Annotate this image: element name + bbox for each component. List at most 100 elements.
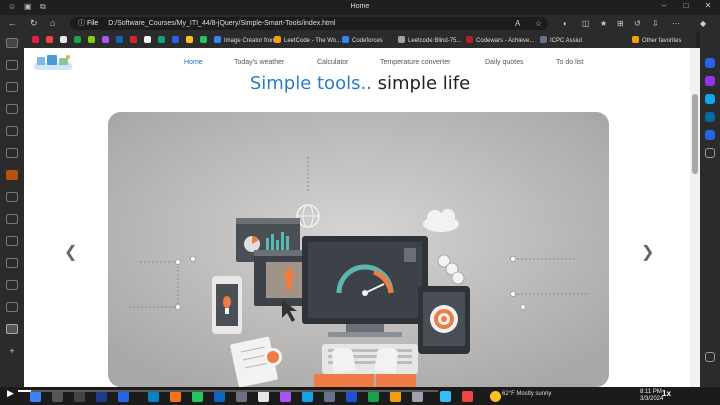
tab-icon[interactable] (6, 192, 18, 202)
excel-icon[interactable] (368, 391, 379, 402)
minimize-button[interactable]: – (652, 1, 676, 10)
nav-home[interactable]: Home (184, 59, 203, 66)
tab-icon[interactable] (6, 60, 18, 70)
github-fav-icon[interactable] (60, 36, 70, 44)
tab-icon[interactable] (6, 170, 18, 180)
firefox-icon[interactable] (170, 391, 181, 402)
other-favorites[interactable]: Other favorites (632, 36, 681, 44)
split-screen-icon[interactable]: ◫ (582, 19, 590, 28)
search-icon[interactable] (705, 58, 715, 68)
chevron-right-icon[interactable]: ❯ (641, 242, 654, 262)
new-tab-icon[interactable]: + (6, 346, 18, 356)
collections-icon[interactable]: ⊞ (617, 19, 624, 28)
nav-temperature-converter[interactable]: Temperature converter (380, 59, 450, 66)
active-tab-icon[interactable] (6, 324, 18, 334)
tab-icon[interactable] (6, 280, 18, 290)
video-progress-bar[interactable] (18, 390, 438, 392)
tools-icon[interactable] (705, 94, 715, 104)
scrollbar-thumb[interactable] (692, 94, 698, 174)
site-logo[interactable] (32, 53, 74, 73)
downloads-icon[interactable]: ⇩ (652, 19, 659, 28)
favorite-1[interactable]: LeetCode - The Wo... (274, 36, 341, 44)
chevron-left-icon[interactable]: ❮ (64, 242, 77, 262)
page-scrollbar[interactable] (690, 48, 700, 387)
media-icon[interactable] (462, 391, 473, 402)
maximize-button[interactable]: □ (674, 1, 698, 10)
drive-fav-icon[interactable] (186, 36, 196, 44)
linkedin-fav-icon[interactable] (116, 36, 126, 44)
windows-start-icon[interactable] (30, 391, 41, 402)
system-clock[interactable]: 8:11 PM 3/3/2024 (640, 389, 663, 403)
favorite-4[interactable]: Codewars - Achieve... (466, 36, 534, 44)
extension-icon[interactable]: ◐ (563, 19, 568, 28)
nav-daily-quotes[interactable]: Daily quotes (485, 59, 524, 66)
shopping-icon[interactable] (705, 76, 715, 86)
github2-fav-icon[interactable] (144, 36, 154, 44)
outlook-icon[interactable] (705, 112, 715, 122)
close-window-button[interactable]: ✕ (696, 1, 720, 10)
youtube2-fav-icon[interactable] (130, 36, 140, 44)
favorite-star-icon[interactable]: ☆ (535, 19, 542, 28)
tab-icon[interactable] (6, 82, 18, 92)
address-bar[interactable]: ⓘ File D:/Software_Courses/My_ITI_44/8-j… (70, 17, 548, 30)
tab-icon[interactable] (6, 38, 18, 48)
drop-icon[interactable] (705, 130, 715, 140)
tab-icon[interactable] (6, 236, 18, 246)
search-taskbar-icon[interactable] (52, 391, 63, 402)
tab-icon[interactable] (6, 302, 18, 312)
folder-icon[interactable] (390, 391, 401, 402)
nav-todays-weather[interactable]: Today's weather (234, 59, 284, 66)
youtube-fav-icon[interactable] (32, 36, 42, 44)
favorite-5[interactable]: ICPC Assiut (540, 36, 582, 44)
task-view-icon[interactable] (74, 391, 85, 402)
back-icon[interactable]: ← (8, 18, 17, 28)
weather-icon[interactable] (490, 391, 501, 402)
settings-more-icon[interactable]: ⋯ (672, 19, 680, 28)
copilot-icon[interactable]: ◆ (700, 19, 706, 28)
edge-taskbar-icon[interactable] (148, 391, 159, 402)
tab-icon[interactable] (6, 126, 18, 136)
tab-icon[interactable] (6, 104, 18, 114)
monitor-icon (302, 236, 428, 337)
gmail-fav-icon[interactable] (46, 36, 56, 44)
nav-to-do-list[interactable]: To do list (556, 59, 584, 66)
favorites-icon[interactable]: ★ (600, 19, 607, 28)
fb-fav-icon[interactable] (172, 36, 182, 44)
info-icon[interactable]: ⓘ (78, 20, 85, 27)
nav-calculator[interactable]: Calculator (317, 59, 349, 66)
history-icon[interactable]: ↺ (634, 19, 641, 28)
chatgpt-fav-icon[interactable] (158, 36, 168, 44)
coursera-fav-icon[interactable] (88, 36, 98, 44)
vscode-icon[interactable] (118, 391, 129, 402)
tab-icon[interactable] (6, 258, 18, 268)
favorites-bar: Image Creator from... LeetCode - The Wo.… (24, 32, 696, 48)
grammarly-fav-icon[interactable] (74, 36, 84, 44)
headline-rest: simple life (371, 73, 471, 94)
explorer-icon[interactable] (236, 391, 247, 402)
home-icon[interactable]: ⌂ (50, 18, 55, 28)
recorder-icon[interactable] (440, 391, 451, 402)
tab-icon[interactable] (6, 148, 18, 158)
maps-fav-icon[interactable] (200, 36, 210, 44)
word-icon[interactable] (96, 391, 107, 402)
play-icon[interactable]: ▶ (7, 388, 14, 399)
vs-icon[interactable] (280, 391, 291, 402)
web-page: Home Today's weather Calculator Temperat… (24, 48, 696, 387)
favorite-3[interactable]: Leetcode Blind-75... (398, 36, 461, 44)
weather-widget[interactable]: 62°F Mostly sunny (502, 391, 551, 397)
figma-fav-icon[interactable] (102, 36, 112, 44)
terminal-icon[interactable] (324, 391, 335, 402)
refresh-icon[interactable]: ↻ (30, 18, 38, 29)
linkedin-taskbar-icon[interactable] (214, 391, 225, 402)
favorite-0[interactable]: Image Creator from... (214, 36, 281, 44)
tab-icon[interactable] (6, 214, 18, 224)
store-icon[interactable] (302, 391, 313, 402)
sidebar-settings-icon[interactable] (705, 352, 715, 362)
read-aloud-icon[interactable]: A (515, 19, 520, 28)
chrome-icon[interactable] (192, 391, 203, 402)
add-app-icon[interactable] (705, 148, 715, 158)
teams-icon[interactable] (346, 391, 357, 402)
github-taskbar-icon[interactable] (258, 391, 269, 402)
favorite-2[interactable]: Codeforces (342, 36, 383, 44)
settings-taskbar-icon[interactable] (412, 391, 423, 402)
